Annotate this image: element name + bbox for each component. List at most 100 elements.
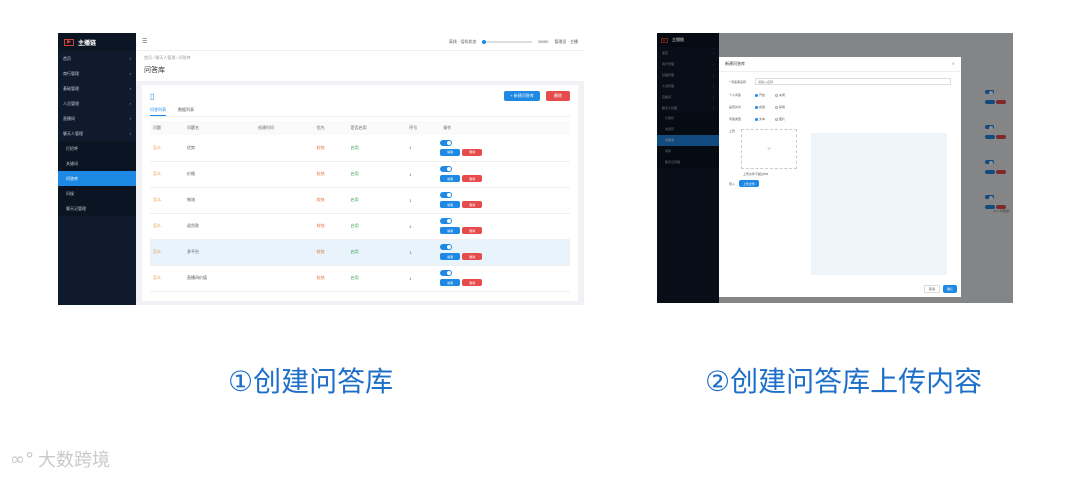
tab-data-list[interactable]: 数据列表 bbox=[178, 107, 194, 116]
table-cell: 启用 bbox=[350, 275, 359, 280]
table-cell: 直播间价值 bbox=[186, 275, 207, 280]
radio-option-off[interactable]: 禁用 bbox=[775, 105, 785, 109]
sidebar: ▶ 主播链 首页 › 商行管理 › 基础管理 › 人员管理 › 直播间 › 聊天人管理 › 打招呼 关键… bbox=[58, 33, 136, 305]
table-cell bbox=[255, 161, 314, 187]
column-header: 问题 bbox=[153, 125, 161, 130]
delete-button[interactable]: 删除 bbox=[546, 91, 570, 101]
table-cell: 1 bbox=[409, 171, 412, 177]
sidebar-item[interactable]: 直播间 › bbox=[58, 111, 136, 126]
sidebar-item-label: 基础管理 bbox=[63, 85, 79, 91]
submenu-item[interactable]: 打招呼 bbox=[58, 141, 136, 156]
enable-toggle[interactable] bbox=[440, 139, 453, 146]
row-delete-button[interactable]: 删除 bbox=[462, 253, 483, 260]
edit-button[interactable]: 编辑 bbox=[440, 175, 461, 182]
enable-toggle[interactable] bbox=[440, 166, 453, 172]
volume-slider[interactable] bbox=[482, 39, 533, 44]
edit-button[interactable]: 编辑 bbox=[440, 148, 461, 156]
table-row[interactable]: 怎么 物流 较快 启用 1 编辑 删除 bbox=[150, 187, 570, 213]
table-cell bbox=[255, 187, 314, 213]
row-actions: 编辑 删除 bbox=[440, 135, 570, 161]
table-row[interactable]: 怎么 优势 较快 启用 1 编辑 删除 bbox=[150, 135, 570, 161]
sidebar-item[interactable]: 基础管理 › bbox=[58, 81, 136, 96]
radio-option-on[interactable]: 启用 bbox=[755, 105, 765, 109]
sidebar-item-label: 商行管理 bbox=[63, 70, 79, 76]
submenu-item[interactable]: 关键词 bbox=[58, 156, 136, 171]
table-cell: 怎么 bbox=[153, 197, 161, 202]
table-cell: 较快 bbox=[316, 144, 325, 150]
row-delete-button[interactable]: 删除 bbox=[462, 148, 483, 156]
row-delete-button[interactable]: 删除 bbox=[462, 201, 483, 208]
radio-option-off[interactable]: 图片 bbox=[775, 117, 785, 121]
phone-status[interactable]: 离线 · 话机状态 bbox=[449, 39, 477, 45]
radio-option-on[interactable]: 文本 bbox=[755, 117, 765, 121]
sidebar-item[interactable]: 聊天人管理 › bbox=[58, 126, 136, 141]
table-cell: 较快 bbox=[316, 197, 325, 202]
table-cell: 价格 bbox=[186, 171, 195, 176]
column-header: 创建时间 bbox=[257, 125, 274, 130]
chevron-right-icon: › bbox=[129, 56, 131, 61]
upload-box[interactable]: + bbox=[741, 129, 797, 169]
row-delete-button[interactable]: 删除 bbox=[462, 227, 483, 234]
table-row[interactable]: 怎么 价格 较快 启用 1 编辑 删除 bbox=[150, 161, 570, 187]
upload-file-button[interactable]: 上传文件 bbox=[739, 180, 760, 187]
edit-button[interactable]: 编辑 bbox=[440, 253, 461, 260]
radio-label: 关闭 bbox=[779, 93, 786, 97]
row-delete-button[interactable]: 删除 bbox=[462, 279, 483, 286]
import-label: 导入 bbox=[729, 181, 736, 186]
chevron-right-icon: › bbox=[129, 71, 131, 76]
dialog-title: 新建问答库 bbox=[725, 61, 745, 66]
table-cell: 1 bbox=[409, 145, 412, 151]
submenu-item[interactable]: 问答库 bbox=[58, 171, 136, 186]
enable-toggle[interactable] bbox=[440, 244, 453, 250]
sidebar-menu: 首页 › 商行管理 › 基础管理 › 人员管理 › 直播间 › 聊天人管理 › bbox=[58, 51, 136, 141]
row-delete-button[interactable]: 删除 bbox=[462, 175, 483, 182]
create-qa-button[interactable]: + 新建问答库 bbox=[504, 91, 540, 101]
radio-label: 图片 bbox=[779, 117, 786, 121]
cancel-button[interactable]: 取消 bbox=[923, 285, 940, 293]
enable-toggle[interactable] bbox=[440, 218, 453, 224]
edit-button[interactable]: 编辑 bbox=[440, 201, 461, 208]
submenu-item[interactable]: 聊天记管理 bbox=[58, 201, 136, 216]
table-row[interactable]: 怎么 直播间价值 较快 启用 1 编辑 删除 bbox=[150, 265, 570, 291]
edit-button[interactable]: 编辑 bbox=[440, 227, 461, 234]
table-cell bbox=[255, 265, 314, 291]
radio-checked-icon bbox=[755, 93, 758, 97]
table-cell bbox=[255, 213, 314, 239]
option-label: 问答类型 bbox=[729, 117, 742, 121]
page-header: 首页 / 聊天人管理 / 问答库 问答库 bbox=[136, 51, 584, 81]
name-input[interactable] bbox=[755, 78, 951, 85]
column-header: 优先 bbox=[316, 125, 325, 130]
radio-option-on[interactable]: 开启 bbox=[755, 93, 765, 97]
column-header: 问题名 bbox=[186, 125, 199, 130]
table-row[interactable]: 怎么 多平台 较快 启用 1 编辑 删除 bbox=[150, 239, 570, 265]
submenu-item[interactable]: 问候 bbox=[58, 186, 136, 201]
radio-checked-icon bbox=[755, 117, 758, 121]
user-menu[interactable]: 管理员 · 主播 bbox=[554, 39, 578, 45]
confirm-button[interactable]: 确认 bbox=[942, 285, 957, 293]
close-icon[interactable]: ✕ bbox=[952, 61, 955, 67]
table-cell: 较快 bbox=[316, 223, 325, 228]
logo-icon: ▶ bbox=[64, 38, 74, 46]
enable-toggle[interactable] bbox=[440, 192, 453, 198]
radio-label: 禁用 bbox=[779, 105, 786, 109]
tab-qa-list[interactable]: 问答列表 bbox=[150, 107, 166, 116]
table-cell: 较快 bbox=[316, 171, 325, 176]
option-row: 是否共享 启用 禁用 bbox=[729, 105, 951, 109]
sidebar-item[interactable]: 人员管理 › bbox=[58, 96, 136, 111]
radio-option-off[interactable]: 关闭 bbox=[775, 93, 785, 97]
table-cell: 1 bbox=[409, 197, 412, 203]
enable-toggle[interactable] bbox=[440, 270, 453, 276]
edit-button[interactable]: 编辑 bbox=[440, 279, 461, 286]
menu-toggle-icon[interactable]: ☰ bbox=[142, 38, 147, 45]
table-row[interactable]: 怎么 退货款 较快 启用 1 编辑 删除 bbox=[150, 213, 570, 239]
tab-bar: 问答列表 数据列表 bbox=[150, 107, 570, 117]
table-cell: 优势 bbox=[186, 144, 195, 150]
option-row: 个人问答 开启 关闭 bbox=[729, 93, 951, 97]
sidebar-item[interactable]: 首页 › bbox=[58, 51, 136, 66]
column-header: 操作 bbox=[443, 125, 452, 130]
table-cell: 启用 bbox=[350, 223, 359, 228]
radio-label: 文本 bbox=[759, 117, 766, 121]
sidebar-item-label: 聊天人管理 bbox=[63, 130, 83, 136]
row-actions: 编辑 删除 bbox=[440, 187, 570, 213]
sidebar-item[interactable]: 商行管理 › bbox=[58, 66, 136, 81]
